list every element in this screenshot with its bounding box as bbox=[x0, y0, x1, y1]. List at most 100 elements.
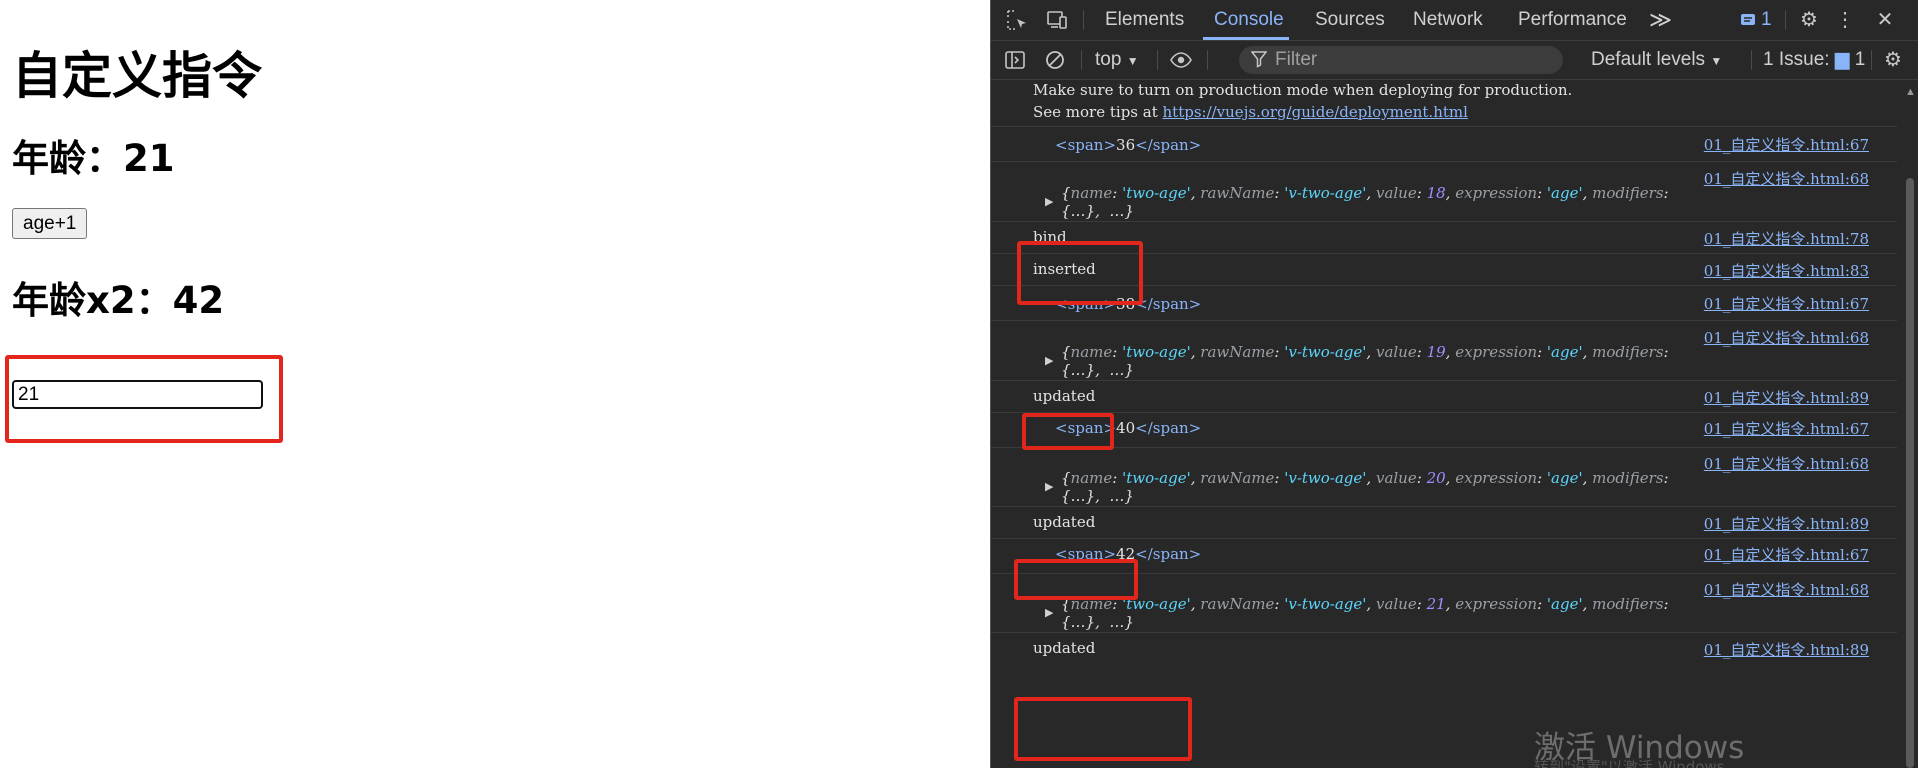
console-message: 01_自定义指令.html:68 ▶ {name: 'two-age', raw… bbox=[991, 574, 1897, 633]
span-open-tag: <span> bbox=[1055, 545, 1117, 563]
span-value: 38 bbox=[1116, 295, 1136, 313]
chevron-down-icon: ▼ bbox=[1710, 54, 1723, 68]
expand-triangle-icon[interactable]: ▶ bbox=[1045, 480, 1053, 493]
console-message: <span>38</span> 01_自定义指令.html:67 bbox=[991, 286, 1897, 321]
more-tabs-icon[interactable]: ≫ bbox=[1649, 0, 1672, 40]
app-page: 自定义指令 年龄：21 age+1 年龄x2：42 bbox=[0, 0, 990, 768]
context-selector[interactable]: top ▼ bbox=[1095, 41, 1139, 79]
message-icon[interactable] bbox=[1739, 8, 1759, 32]
scroll-up-arrow-icon[interactable]: ▲ bbox=[1905, 86, 1916, 98]
binding-object: {name: 'two-age', rawName: 'v-two-age', … bbox=[1061, 469, 1669, 487]
toolbar-divider bbox=[1081, 50, 1082, 70]
source-link[interactable]: 01_自定义指令.html:68 bbox=[1704, 579, 1869, 600]
age-input[interactable] bbox=[12, 380, 263, 409]
binding-object: {name: 'two-age', rawName: 'v-two-age', … bbox=[1061, 595, 1669, 613]
age-increment-button[interactable]: age+1 bbox=[12, 208, 88, 239]
console-log-area: Make sure to turn on production mode whe… bbox=[991, 80, 1899, 768]
binding-value: 20 bbox=[1426, 469, 1446, 487]
binding-expression: 'age' bbox=[1546, 343, 1583, 361]
tab-performance[interactable]: Performance bbox=[1518, 0, 1627, 40]
log-inserted: inserted bbox=[1033, 260, 1096, 278]
source-link[interactable]: 01_自定义指令.html:68 bbox=[1704, 168, 1869, 189]
console-text-prefix: See more tips at bbox=[1033, 103, 1163, 121]
source-link[interactable]: 01_自定义指令.html:83 bbox=[1704, 260, 1869, 281]
clear-console-icon[interactable] bbox=[1043, 48, 1067, 72]
span-open-tag: <span> bbox=[1055, 419, 1117, 437]
tab-elements[interactable]: Elements bbox=[1105, 0, 1184, 40]
source-link[interactable]: 01_自定义指令.html:89 bbox=[1704, 513, 1869, 534]
console-message: Make sure to turn on production mode whe… bbox=[991, 80, 1897, 127]
source-link[interactable]: 01_自定义指令.html:89 bbox=[1704, 387, 1869, 408]
binding-object: {name: 'two-age', rawName: 'v-two-age', … bbox=[1061, 184, 1669, 202]
binding-expression: 'age' bbox=[1546, 469, 1583, 487]
source-link[interactable]: 01_自定义指令.html:68 bbox=[1704, 453, 1869, 474]
console-text: See more tips at https://vuejs.org/guide… bbox=[1033, 103, 1468, 121]
issues-count-badge[interactable]: 1 bbox=[1761, 0, 1772, 40]
log-levels-dropdown[interactable]: Default levels ▼ bbox=[1591, 41, 1722, 79]
console-settings-gear-icon[interactable]: ⚙ bbox=[1881, 48, 1905, 72]
console-message: updated 01_自定义指令.html:89 bbox=[991, 507, 1897, 539]
console-message: 01_自定义指令.html:68 ▶ {name: 'two-age', raw… bbox=[991, 321, 1897, 381]
toolbar-divider bbox=[1871, 50, 1872, 70]
issues-label: 1 Issue: bbox=[1763, 49, 1830, 70]
issues-button[interactable]: 1 Issue: ▆ 1 bbox=[1763, 41, 1865, 79]
age-heading: 年龄：21 bbox=[12, 137, 175, 180]
console-message: updated 01_自定义指令.html:89 bbox=[991, 381, 1897, 413]
console-element-log: <span>36</span> bbox=[1055, 136, 1201, 154]
binding-object-cont: {…}, …} bbox=[1061, 487, 1134, 505]
console-text: Make sure to turn on production mode whe… bbox=[1033, 81, 1573, 99]
issue-message-icon: ▆ bbox=[1834, 49, 1850, 70]
live-expression-eye-icon[interactable] bbox=[1169, 48, 1193, 72]
filter-placeholder: Filter bbox=[1275, 49, 1318, 70]
binding-rawname: 'v-two-age' bbox=[1284, 343, 1367, 361]
console-message: 01_自定义指令.html:68 ▶ {name: 'two-age', raw… bbox=[991, 448, 1897, 507]
binding-value: 19 bbox=[1426, 343, 1446, 361]
console-scrollbar[interactable]: ▲ bbox=[1901, 80, 1918, 768]
log-updated: updated bbox=[1033, 387, 1096, 405]
age-double-heading: 年龄x2：42 bbox=[12, 279, 225, 322]
scroll-thumb[interactable] bbox=[1906, 178, 1914, 768]
tab-sources[interactable]: Sources bbox=[1315, 0, 1385, 40]
source-link[interactable]: 01_自定义指令.html:89 bbox=[1704, 639, 1869, 660]
source-link[interactable]: 01_自定义指令.html:78 bbox=[1704, 228, 1869, 249]
console-message: <span>42</span> 01_自定义指令.html:67 bbox=[991, 539, 1897, 574]
more-options-icon[interactable]: ⋮ bbox=[1833, 8, 1857, 32]
toolbar-divider bbox=[1157, 50, 1158, 70]
chevron-down-icon: ▼ bbox=[1126, 54, 1139, 68]
source-link[interactable]: 01_自定义指令.html:68 bbox=[1704, 327, 1869, 348]
sidebar-toggle-icon[interactable] bbox=[1003, 48, 1027, 72]
source-link[interactable]: 01_自定义指令.html:67 bbox=[1704, 544, 1869, 565]
close-icon[interactable]: ✕ bbox=[1873, 8, 1897, 32]
console-message: bind 01_自定义指令.html:78 bbox=[991, 222, 1897, 254]
inspect-element-icon[interactable] bbox=[1005, 8, 1029, 32]
context-label: top bbox=[1095, 49, 1122, 70]
console-message: <span>36</span> 01_自定义指令.html:67 bbox=[991, 127, 1897, 162]
filter-input[interactable]: Filter bbox=[1239, 46, 1563, 74]
expand-triangle-icon[interactable]: ▶ bbox=[1045, 606, 1053, 619]
span-value: 36 bbox=[1116, 136, 1136, 154]
console-element-log: <span>38</span> bbox=[1055, 295, 1201, 313]
log-levels-label: Default levels bbox=[1591, 49, 1706, 70]
console-toolbar: top ▼ Filter Default levels ▼ 1 Issue: ▆… bbox=[991, 41, 1918, 80]
source-link[interactable]: 01_自定义指令.html:67 bbox=[1704, 293, 1869, 314]
expand-triangle-icon[interactable]: ▶ bbox=[1045, 354, 1053, 367]
deployment-link[interactable]: https://vuejs.org/guide/deployment.html bbox=[1163, 103, 1468, 121]
binding-object-cont: {…}, …} bbox=[1061, 202, 1134, 220]
toolbar-divider bbox=[1785, 10, 1786, 30]
source-link[interactable]: 01_自定义指令.html:67 bbox=[1704, 134, 1869, 155]
toolbar-divider bbox=[1751, 50, 1752, 70]
span-value: 40 bbox=[1116, 419, 1136, 437]
binding-value: 18 bbox=[1426, 184, 1446, 202]
tab-console[interactable]: Console bbox=[1214, 0, 1284, 40]
source-link[interactable]: 01_自定义指令.html:67 bbox=[1704, 418, 1869, 439]
devtools-panel: Elements Console Sources Network Perform… bbox=[990, 0, 1918, 768]
tab-network[interactable]: Network bbox=[1413, 0, 1483, 40]
binding-expression: 'age' bbox=[1546, 595, 1583, 613]
span-open-tag: <span> bbox=[1055, 295, 1117, 313]
binding-expression: 'age' bbox=[1546, 184, 1583, 202]
expand-triangle-icon[interactable]: ▶ bbox=[1045, 195, 1053, 208]
settings-gear-icon[interactable]: ⚙ bbox=[1797, 8, 1821, 32]
console-element-log: <span>40</span> bbox=[1055, 419, 1201, 437]
binding-name: 'two-age' bbox=[1122, 595, 1191, 613]
device-toolbar-icon[interactable] bbox=[1045, 8, 1069, 32]
